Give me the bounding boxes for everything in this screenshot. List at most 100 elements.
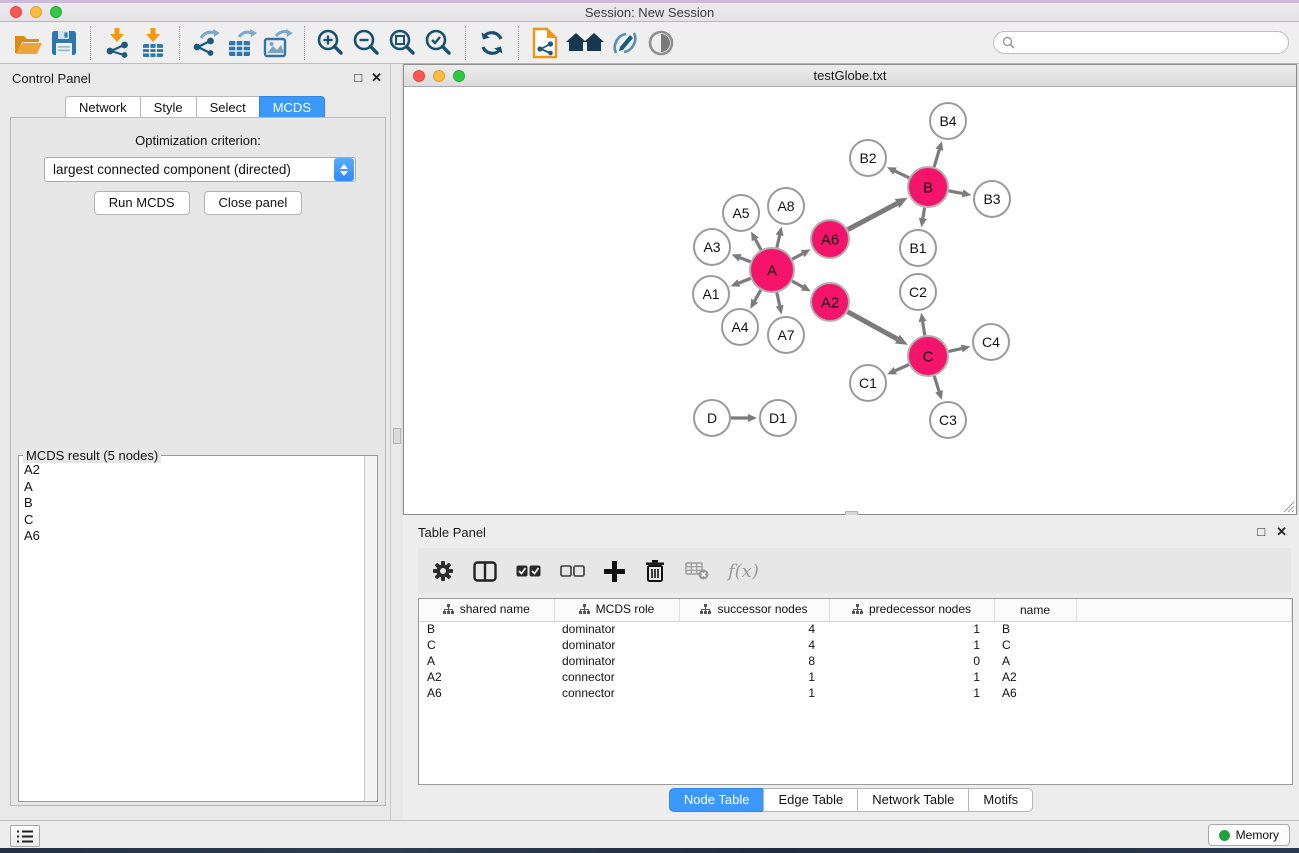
resize-grip-icon[interactable] <box>1282 500 1295 513</box>
run-mcds-button[interactable]: Run MCDS <box>94 191 190 215</box>
toolbar-separator <box>179 26 180 60</box>
edge-arrowhead <box>919 218 927 228</box>
edge-B-B4[interactable] <box>934 150 939 167</box>
mcds-result-item[interactable]: A2 <box>20 462 363 479</box>
network-from-document-button[interactable] <box>527 24 563 62</box>
import-table-button[interactable] <box>135 24 171 62</box>
node-label-A4: A4 <box>731 319 748 335</box>
export-image-button[interactable] <box>260 24 296 62</box>
zoom-fit-button[interactable] <box>385 24 421 62</box>
search-input[interactable] <box>1020 36 1280 50</box>
zoom-window-button[interactable] <box>50 6 62 18</box>
mcds-result-item[interactable]: B <box>20 495 363 512</box>
network-canvas[interactable]: B4B2BB3A8A5A6A3B1AC2A1A2A4A7C4CC1DD1C3 <box>404 87 1296 514</box>
open-session-button[interactable] <box>10 24 46 62</box>
mcds-result-item[interactable]: A6 <box>20 528 363 545</box>
edge-C-C4[interactable] <box>948 349 961 352</box>
import-network-button[interactable] <box>99 24 135 62</box>
status-bar: Memory <box>0 820 1299 848</box>
table-row[interactable]: Adominator80A <box>419 653 1292 669</box>
save-session-button[interactable] <box>46 24 82 62</box>
column-header-predecessor-nodes[interactable]: predecessor nodes <box>829 599 994 621</box>
export-network-button[interactable] <box>188 24 224 62</box>
edge-arrowhead <box>935 141 943 151</box>
split-panel-button[interactable] <box>473 561 497 582</box>
session-title: Session: New Session <box>0 5 1299 20</box>
network-window-titlebar[interactable]: testGlobe.txt <box>404 65 1296 87</box>
edge-A-A4[interactable] <box>755 290 761 301</box>
mcds-result-item[interactable]: C <box>20 512 363 529</box>
label-toggle-button[interactable] <box>607 24 643 62</box>
table-row[interactable]: A2connector11A2 <box>419 669 1292 685</box>
float-panel-icon[interactable]: □ <box>354 70 362 86</box>
table-row[interactable]: Cdominator41C <box>419 637 1292 653</box>
export-table-button[interactable] <box>224 24 260 62</box>
splitter-grip[interactable] <box>393 428 401 444</box>
task-history-button[interactable] <box>10 825 40 847</box>
node-label-C1: C1 <box>859 375 877 391</box>
table-row[interactable]: A6connector11A6 <box>419 685 1292 701</box>
column-header-shared-name[interactable]: shared name <box>419 599 554 621</box>
delete-column-button[interactable] <box>644 559 666 583</box>
column-header-name[interactable]: name <box>994 599 1076 621</box>
tab-network-table[interactable]: Network Table <box>857 788 968 812</box>
tab-edge-table[interactable]: Edge Table <box>763 788 857 812</box>
delete-table-button[interactable] <box>685 562 709 580</box>
toolbar-search[interactable] <box>993 31 1289 54</box>
close-panel-button[interactable]: Close panel <box>204 191 303 215</box>
edge-B-B1[interactable] <box>923 208 925 219</box>
edge-A-A6[interactable] <box>792 254 802 260</box>
column-settings-button[interactable] <box>432 560 454 582</box>
edge-A-A7[interactable] <box>777 292 780 305</box>
edge-C-C1[interactable] <box>895 365 908 371</box>
document-network-icon <box>531 27 559 59</box>
column-header-successor-nodes[interactable]: successor nodes <box>679 599 829 621</box>
edge-A2-C[interactable] <box>848 312 898 339</box>
open-folder-icon <box>13 30 43 56</box>
zoom-out-button[interactable] <box>349 24 385 62</box>
edge-A6-B[interactable] <box>848 203 897 229</box>
desktop-wallpaper-strip <box>0 848 1299 853</box>
edge-B-B2[interactable] <box>895 171 909 178</box>
add-column-button[interactable] <box>604 561 625 582</box>
memory-button[interactable]: Memory <box>1208 824 1290 846</box>
zoom-selected-button[interactable] <box>421 24 457 62</box>
app-titlebar[interactable]: Session: New Session <box>0 3 1299 22</box>
vertical-splitter[interactable] <box>392 64 403 820</box>
edge-A-A1[interactable] <box>739 278 751 283</box>
edge-A-A5[interactable] <box>755 239 761 249</box>
tab-node-table[interactable]: Node Table <box>669 788 764 812</box>
edge-C-C2[interactable] <box>923 322 925 336</box>
close-panel-icon[interactable]: ✕ <box>1276 524 1287 540</box>
edge-A-A8[interactable] <box>777 235 780 247</box>
column-header-mcds-role[interactable]: MCDS role <box>554 599 679 621</box>
node-label-A6: A6 <box>821 231 839 248</box>
toolbar-separator <box>518 26 519 60</box>
edge-A-A3[interactable] <box>740 258 751 262</box>
float-panel-icon[interactable]: □ <box>1257 524 1265 540</box>
visibility-button[interactable] <box>643 24 679 62</box>
edge-A-A2[interactable] <box>792 281 803 287</box>
refresh-button[interactable] <box>474 24 510 62</box>
tab-motifs[interactable]: Motifs <box>968 788 1033 812</box>
home-button[interactable] <box>563 24 607 62</box>
unselect-all-columns-button[interactable] <box>560 565 585 577</box>
minimize-window-button[interactable] <box>30 6 42 18</box>
column-attribute-icon <box>852 604 863 615</box>
list-icon <box>16 829 34 844</box>
result-scrollbar[interactable] <box>364 456 377 801</box>
close-window-button[interactable] <box>10 6 22 18</box>
function-builder-button[interactable]: f(x) <box>728 561 759 582</box>
edge-C-C3[interactable] <box>934 376 939 391</box>
mcds-result-item[interactable]: A <box>20 479 363 496</box>
close-panel-icon[interactable]: ✕ <box>371 70 382 86</box>
checked-boxes-icon <box>516 565 541 577</box>
edge-B-B3[interactable] <box>949 191 963 194</box>
select-all-columns-button[interactable] <box>516 565 541 577</box>
zoom-in-button[interactable] <box>313 24 349 62</box>
criterion-dropdown[interactable]: largest connected component (directed) <box>44 157 356 182</box>
table-row[interactable]: Bdominator41B <box>419 621 1292 637</box>
edge-arrowhead <box>935 390 943 400</box>
table-toolbar: f(x) <box>418 548 1291 594</box>
edge-arrowhead <box>919 313 927 323</box>
